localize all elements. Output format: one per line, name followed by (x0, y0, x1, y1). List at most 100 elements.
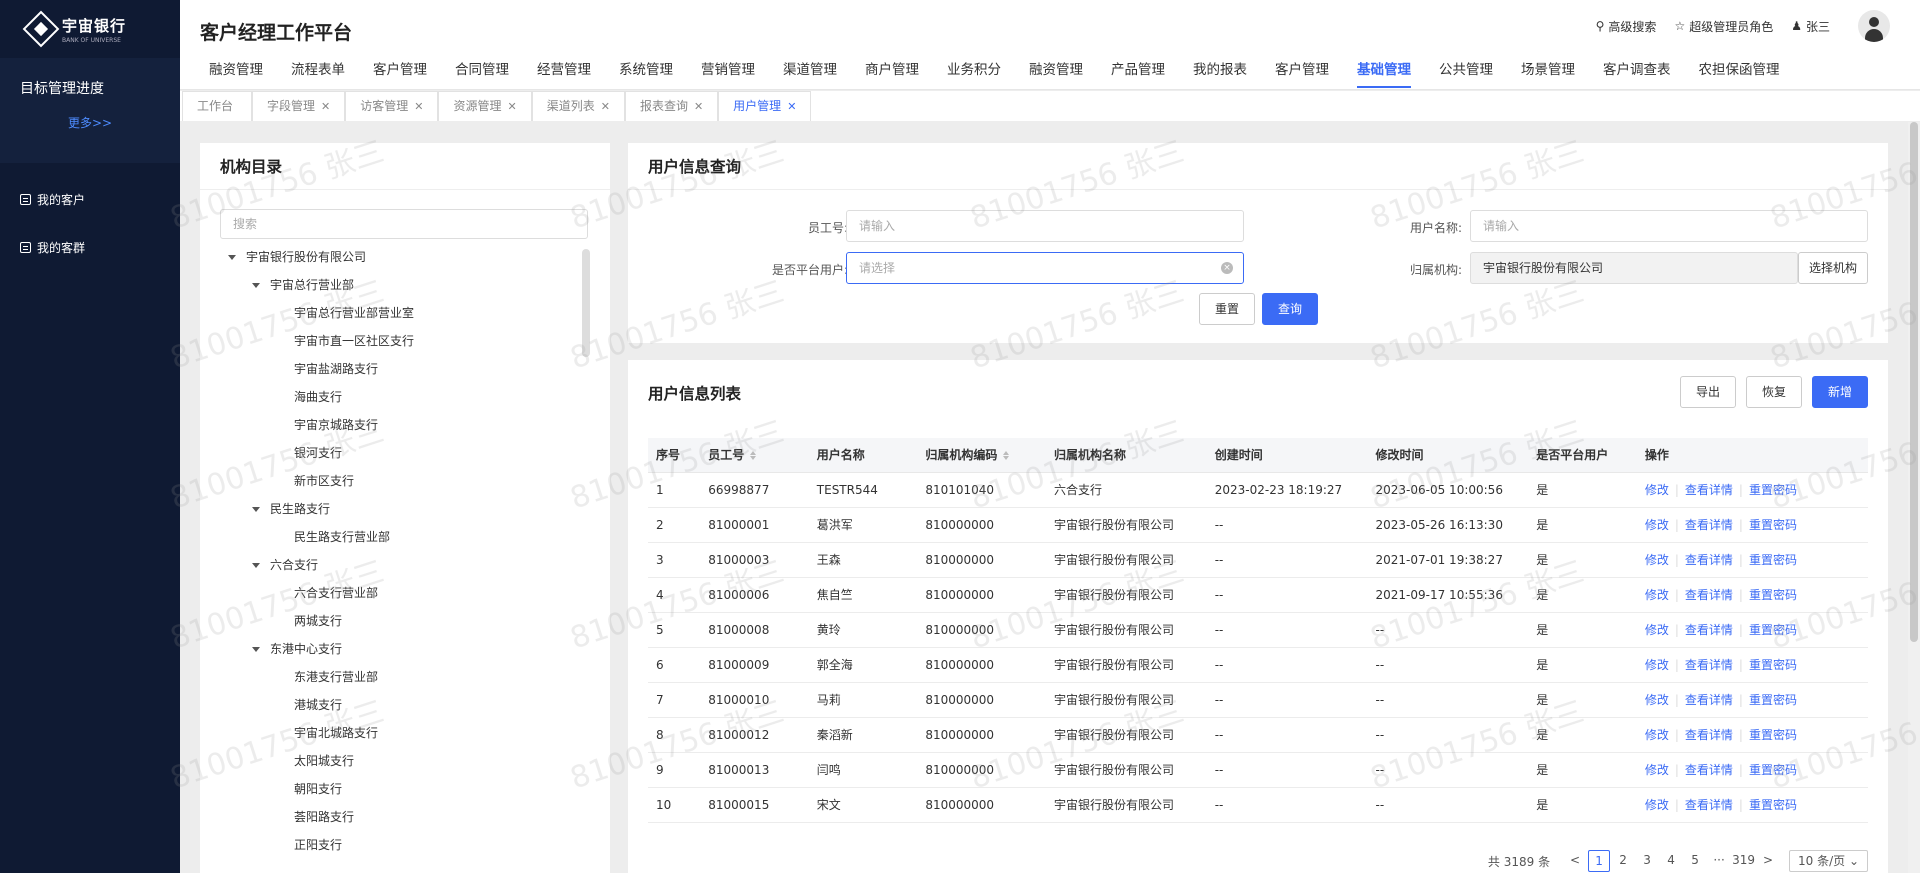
nav-item[interactable]: 融资管理 (1015, 58, 1097, 90)
nav-item[interactable]: 农担保函管理 (1685, 58, 1794, 90)
nav-item[interactable]: 客户调查表 (1589, 58, 1685, 90)
export-button[interactable]: 导出 (1680, 376, 1736, 408)
reset-password-link[interactable]: 重置密码 (1749, 483, 1797, 497)
nav-item[interactable]: 流程表单 (277, 58, 359, 90)
caret-down-icon[interactable] (252, 507, 260, 512)
tree-node[interactable]: 新市区支行 (220, 467, 575, 495)
nav-item[interactable]: 产品管理 (1097, 58, 1179, 90)
edit-link[interactable]: 修改 (1645, 623, 1669, 637)
edit-link[interactable]: 修改 (1645, 588, 1669, 602)
reset-password-link[interactable]: 重置密码 (1749, 553, 1797, 567)
reset-password-link[interactable]: 重置密码 (1749, 728, 1797, 742)
nav-item[interactable]: 业务积分 (933, 58, 1015, 90)
column-header[interactable]: 员工号 (700, 438, 809, 473)
tree-node[interactable]: 银河支行 (220, 439, 575, 467)
search-button[interactable]: 查询 (1262, 293, 1318, 325)
view-details-link[interactable]: 查看详情 (1685, 553, 1733, 567)
reset-password-link[interactable]: 重置密码 (1749, 658, 1797, 672)
tree-node[interactable]: 朝阳支行 (220, 775, 575, 803)
nav-item[interactable]: 基础管理 (1343, 58, 1425, 90)
tree-node[interactable]: 六合支行营业部 (220, 579, 575, 607)
close-icon[interactable]: ✕ (414, 92, 423, 121)
select-org-button[interactable]: 选择机构 (1798, 252, 1868, 284)
edit-link[interactable]: 修改 (1645, 518, 1669, 532)
edit-link[interactable]: 修改 (1645, 658, 1669, 672)
view-details-link[interactable]: 查看详情 (1685, 763, 1733, 777)
view-details-link[interactable]: 查看详情 (1685, 658, 1733, 672)
tab[interactable]: 工作台 (182, 91, 252, 121)
close-icon[interactable]: ✕ (601, 92, 610, 121)
tree-node[interactable]: 宇宙市直一区社区支行 (220, 327, 575, 355)
nav-item[interactable]: 我的报表 (1179, 58, 1261, 90)
tree-node[interactable]: 正阳支行 (220, 831, 575, 859)
page-button[interactable]: 4 (1660, 850, 1682, 872)
edit-link[interactable]: 修改 (1645, 483, 1669, 497)
user-menu[interactable]: ♟ 张三 (1791, 18, 1830, 35)
tree-node[interactable]: 宇宙总行营业部营业室 (220, 299, 575, 327)
view-details-link[interactable]: 查看详情 (1685, 518, 1733, 532)
reset-password-link[interactable]: 重置密码 (1749, 693, 1797, 707)
nav-item[interactable]: 渠道管理 (769, 58, 851, 90)
is-platform-select[interactable]: 请选择 × (846, 252, 1244, 284)
tree-node[interactable]: 东港支行营业部 (220, 663, 575, 691)
nav-item[interactable]: 合同管理 (441, 58, 523, 90)
sidebar-item[interactable]: 我的客户 (0, 175, 180, 223)
tree-node[interactable]: 东港中心支行 (220, 635, 575, 663)
page-button[interactable]: 5 (1684, 850, 1706, 872)
view-details-link[interactable]: 查看详情 (1685, 483, 1733, 497)
nav-item[interactable]: 客户管理 (1261, 58, 1343, 90)
view-details-link[interactable]: 查看详情 (1685, 728, 1733, 742)
tree-node[interactable]: 海曲支行 (220, 383, 575, 411)
nav-item[interactable]: 客户管理 (359, 58, 441, 90)
next-page-button[interactable]: > (1757, 850, 1779, 872)
tab[interactable]: 渠道列表 ✕ (531, 91, 625, 121)
avatar[interactable] (1858, 10, 1890, 42)
add-button[interactable]: 新增 (1812, 376, 1868, 408)
page-button[interactable]: 3 (1636, 850, 1658, 872)
page-size-select[interactable]: 10 条/页 ⌄ (1788, 850, 1868, 872)
tab[interactable]: 访客管理 ✕ (345, 91, 439, 121)
tab[interactable]: 报表查询 ✕ (624, 91, 719, 121)
nav-item[interactable]: 经营管理 (523, 58, 605, 90)
sort-icon[interactable] (750, 451, 757, 461)
restore-button[interactable]: 恢复 (1746, 376, 1802, 408)
view-details-link[interactable]: 查看详情 (1685, 588, 1733, 602)
edit-link[interactable]: 修改 (1645, 798, 1669, 812)
view-details-link[interactable]: 查看详情 (1685, 693, 1733, 707)
reset-password-link[interactable]: 重置密码 (1749, 763, 1797, 777)
nav-item[interactable]: 营销管理 (687, 58, 769, 90)
reset-password-link[interactable]: 重置密码 (1749, 588, 1797, 602)
tab[interactable]: 资源管理 ✕ (438, 91, 532, 121)
view-details-link[interactable]: 查看详情 (1685, 623, 1733, 637)
close-icon[interactable]: ✕ (787, 92, 796, 121)
caret-down-icon[interactable] (228, 255, 236, 260)
edit-link[interactable]: 修改 (1645, 693, 1669, 707)
page-button[interactable]: 1 (1588, 850, 1611, 872)
close-icon[interactable]: ✕ (694, 92, 703, 121)
tree-node[interactable]: 宇宙京城路支行 (220, 411, 575, 439)
role-button[interactable]: ☆ 超级管理员角色 (1674, 18, 1773, 35)
edit-link[interactable]: 修改 (1645, 763, 1669, 777)
advanced-search-button[interactable]: ⚲ 高级搜索 (1596, 18, 1657, 35)
tree-node[interactable]: 民生路支行 (220, 495, 575, 523)
tree-node[interactable]: 两城支行 (220, 607, 575, 635)
tree-search-input[interactable]: 搜索 (220, 209, 588, 239)
nav-item[interactable]: 系统管理 (605, 58, 687, 90)
reset-password-link[interactable]: 重置密码 (1749, 518, 1797, 532)
close-icon[interactable]: ✕ (507, 92, 516, 121)
goal-more-link[interactable]: 更多>> (20, 114, 160, 131)
reset-button[interactable]: 重置 (1199, 293, 1255, 325)
tree-node[interactable]: 宇宙银行股份有限公司 (220, 243, 575, 271)
reset-password-link[interactable]: 重置密码 (1749, 798, 1797, 812)
nav-item[interactable]: 商户管理 (851, 58, 933, 90)
employee-id-input[interactable]: 请输入 (846, 210, 1244, 242)
view-details-link[interactable]: 查看详情 (1685, 798, 1733, 812)
caret-down-icon[interactable] (252, 563, 260, 568)
prev-page-button[interactable]: < (1564, 850, 1586, 872)
caret-down-icon[interactable] (252, 283, 260, 288)
sort-icon[interactable] (1003, 451, 1010, 461)
page-button[interactable]: 2 (1612, 850, 1634, 872)
page-scrollbar[interactable] (1908, 122, 1920, 873)
tree-node[interactable]: 港城支行 (220, 691, 575, 719)
tab[interactable]: 字段管理 ✕ (252, 91, 346, 121)
